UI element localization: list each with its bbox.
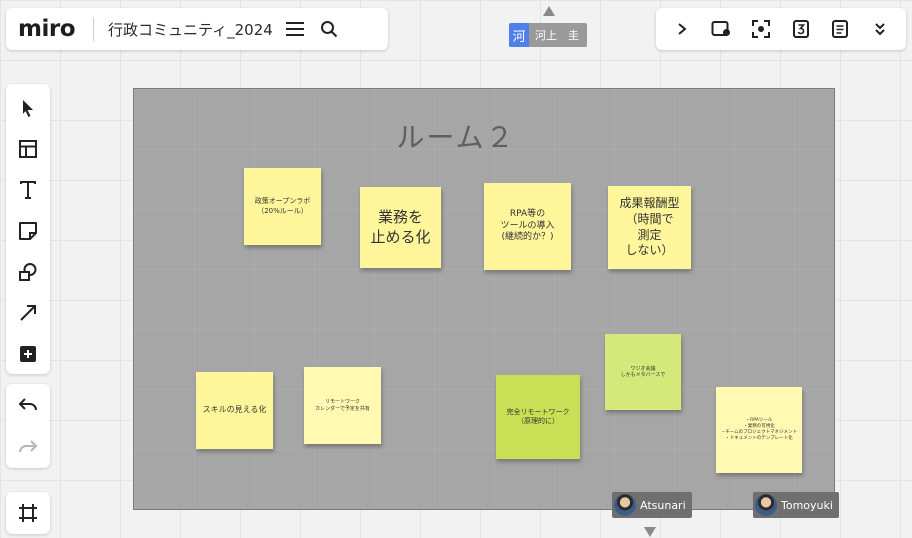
user-name: Tomoyuki: [781, 498, 833, 512]
shapes-tool-button[interactable]: [10, 251, 46, 292]
text-icon: [19, 180, 37, 200]
undo-redo-panel: [6, 384, 50, 468]
sticky-note-icon: [18, 221, 38, 241]
focus-button[interactable]: [745, 13, 777, 45]
text-tool-button[interactable]: [10, 170, 46, 211]
user-name: Atsunari: [640, 498, 686, 512]
expand-button[interactable]: [666, 13, 698, 45]
sticky-note[interactable]: 成果報酬型 （時間で 測定 しない）: [608, 186, 691, 269]
connector-tool-button[interactable]: [10, 292, 46, 333]
sticky-note[interactable]: リモートワーク カレンダーで予定を共有: [304, 367, 381, 444]
search-icon: [320, 20, 338, 38]
undo-icon: [18, 397, 38, 413]
connector-arrow-icon: [18, 303, 38, 323]
collaborator-name: 河上 圭: [535, 29, 579, 42]
timer-icon: [792, 19, 810, 39]
shapes-icon: [18, 262, 38, 282]
share-screen-button[interactable]: [705, 13, 737, 45]
more-button[interactable]: [864, 13, 896, 45]
user-cursor-arrow-icon: [644, 527, 656, 537]
double-chevron-down-icon: [873, 21, 887, 37]
share-screen-icon: [711, 20, 731, 38]
collaborator-arrow-icon: [543, 6, 555, 16]
timer-button[interactable]: [785, 13, 817, 45]
chevron-right-icon: [676, 22, 688, 36]
sticky-note[interactable]: RPA等の ツールの導入 (継続的か？): [484, 183, 571, 270]
user-presence-badge[interactable]: Tomoyuki: [753, 492, 839, 518]
collaborator-avatar: 河: [509, 23, 529, 47]
redo-icon: [18, 439, 38, 455]
notes-button[interactable]: [824, 13, 856, 45]
user-avatar: [755, 494, 777, 516]
sticky-note[interactable]: ワジオ会議 しかもメタバースで: [605, 334, 681, 410]
hamburger-icon: [285, 20, 305, 38]
sticky-note-tool-button[interactable]: [10, 211, 46, 252]
frames-button[interactable]: [6, 492, 50, 534]
menu-button[interactable]: [278, 12, 312, 46]
board-name[interactable]: 行政コミュニティ_2024: [108, 19, 278, 40]
redo-button[interactable]: [10, 429, 46, 465]
miro-logo[interactable]: miro: [18, 16, 76, 42]
sticky-note[interactable]: 政策オープンラボ （20%ルール）: [244, 168, 321, 245]
board-header: miro 行政コミュニティ_2024: [6, 8, 388, 50]
frames-icon: [18, 503, 38, 523]
sticky-note[interactable]: 業務を 止める化: [360, 187, 441, 268]
user-presence-badge[interactable]: Atsunari: [612, 492, 692, 518]
sticky-note[interactable]: ・RPAツール ・業務の可視化 ・チームのプロジェクトマネジメント ・ドキュメン…: [716, 387, 802, 473]
collaborator-label[interactable]: 河 河上 圭: [509, 23, 587, 47]
notes-icon: [831, 19, 849, 39]
divider: [93, 17, 94, 41]
collaboration-toolbar: [656, 8, 906, 50]
frame-title: ルーム２: [396, 121, 516, 154]
add-more-icon: [18, 344, 38, 364]
search-button[interactable]: [312, 12, 346, 46]
focus-icon: [751, 19, 771, 39]
more-tools-button[interactable]: [10, 333, 46, 374]
undo-button[interactable]: [10, 387, 46, 423]
sticky-note[interactable]: スキルの見える化: [196, 372, 273, 449]
sticky-note[interactable]: 完全リモートワーク （原理的に）: [496, 375, 580, 459]
user-avatar: [614, 494, 636, 516]
